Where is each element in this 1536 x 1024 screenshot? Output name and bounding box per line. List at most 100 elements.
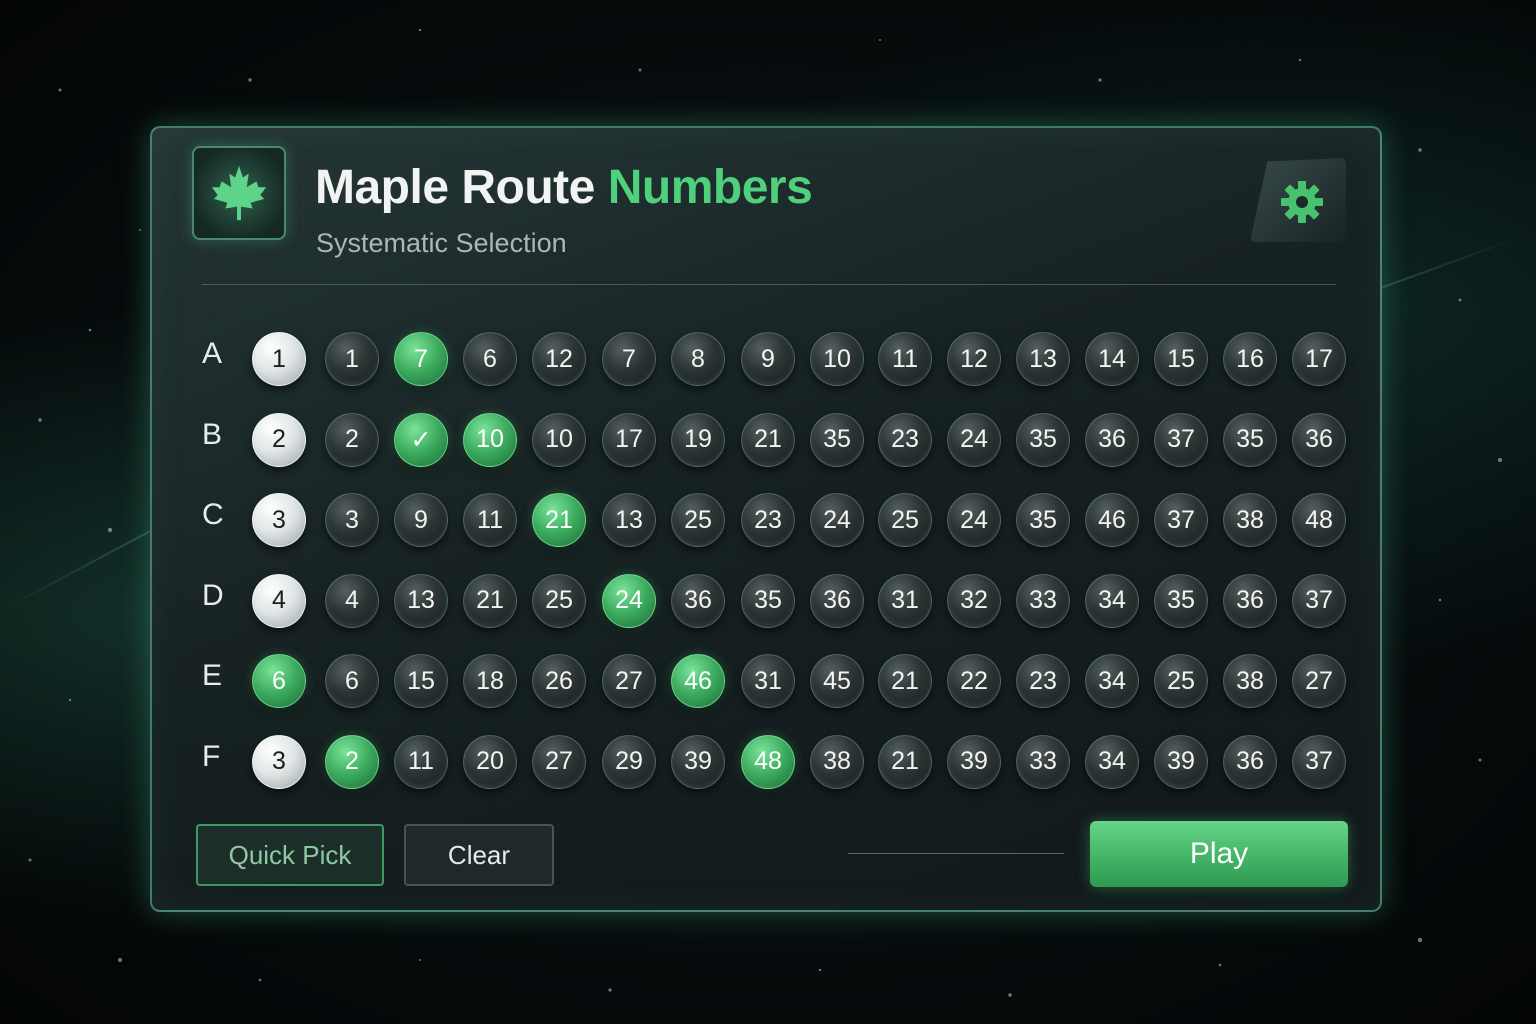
number-ball[interactable]: 39 (1154, 734, 1208, 789)
settings-button[interactable] (1250, 158, 1346, 242)
number-ball[interactable]: 45 (810, 654, 864, 709)
number-ball[interactable]: 35 (1016, 493, 1070, 548)
number-ball[interactable]: 3 (325, 493, 379, 548)
number-ball[interactable]: 33 (1016, 573, 1070, 628)
number-ball[interactable]: 17 (602, 412, 656, 467)
number-ball[interactable]: 21 (878, 654, 932, 709)
row-key-ball[interactable]: 4 (252, 573, 306, 628)
number-ball[interactable]: 31 (741, 654, 795, 709)
number-ball[interactable]: 15 (394, 654, 448, 709)
number-ball[interactable]: 4 (325, 573, 379, 628)
number-ball[interactable]: 2 (325, 412, 379, 467)
number-ball[interactable]: 11 (394, 734, 448, 789)
number-ball[interactable]: 9 (741, 332, 795, 386)
number-ball[interactable]: 10 (810, 332, 864, 386)
number-ball[interactable]: 35 (1223, 412, 1277, 467)
number-ball[interactable]: 27 (602, 654, 656, 709)
number-ball[interactable]: 35 (1016, 412, 1070, 467)
number-ball[interactable]: 24 (810, 493, 864, 548)
row-key-ball[interactable]: 6 (252, 654, 306, 709)
number-ball[interactable]: 21 (878, 734, 932, 789)
number-ball[interactable]: 1 (325, 332, 379, 386)
number-ball[interactable]: 18 (463, 654, 517, 709)
number-ball[interactable]: 26 (532, 654, 586, 709)
number-ball[interactable]: 23 (878, 412, 932, 467)
number-ball[interactable]: 31 (878, 573, 932, 628)
number-ball[interactable]: 38 (810, 734, 864, 789)
number-ball[interactable]: 48 (741, 734, 795, 789)
number-ball[interactable]: 6 (463, 332, 517, 386)
number-ball[interactable]: 48 (1292, 493, 1346, 548)
number-ball[interactable]: 23 (741, 493, 795, 548)
number-ball[interactable]: 25 (671, 493, 725, 548)
number-ball[interactable]: 46 (1085, 493, 1139, 548)
number-ball[interactable]: 34 (1085, 573, 1139, 628)
number-ball[interactable]: 8 (671, 332, 725, 386)
number-ball[interactable]: 32 (947, 573, 1001, 628)
number-ball[interactable]: 27 (1292, 654, 1346, 709)
number-ball[interactable]: 35 (1154, 573, 1208, 628)
number-ball[interactable]: 24 (602, 573, 656, 628)
number-ball[interactable]: 14 (1085, 332, 1139, 386)
number-ball[interactable]: 12 (532, 332, 586, 386)
number-ball[interactable]: 15 (1154, 332, 1208, 386)
number-ball[interactable]: 9 (394, 493, 448, 548)
number-ball[interactable]: 36 (1292, 412, 1346, 467)
number-ball[interactable]: 17 (1292, 332, 1346, 386)
number-ball[interactable]: 21 (741, 412, 795, 467)
number-ball[interactable]: 13 (394, 573, 448, 628)
number-ball[interactable]: 16 (1223, 332, 1277, 386)
number-ball[interactable]: 24 (947, 412, 1001, 467)
number-ball[interactable]: 20 (463, 734, 517, 789)
clear-button[interactable]: Clear (404, 824, 554, 886)
number-ball[interactable]: 22 (947, 654, 1001, 709)
number-ball[interactable]: 23 (1016, 654, 1070, 709)
number-ball[interactable]: 36 (1223, 734, 1277, 789)
number-ball[interactable]: 12 (947, 332, 1001, 386)
number-ball[interactable]: 36 (1223, 573, 1277, 628)
number-ball[interactable]: 35 (810, 412, 864, 467)
number-ball[interactable]: 10 (532, 412, 586, 467)
number-ball[interactable]: 34 (1085, 654, 1139, 709)
play-button[interactable]: Play (1090, 821, 1348, 887)
number-ball[interactable]: 21 (463, 573, 517, 628)
number-ball[interactable]: 25 (1154, 654, 1208, 709)
number-ball[interactable]: 39 (947, 734, 1001, 789)
number-ball[interactable]: 27 (532, 734, 586, 789)
number-ball[interactable]: 36 (671, 573, 725, 628)
number-ball[interactable]: 34 (1085, 734, 1139, 789)
number-ball[interactable]: 6 (325, 654, 379, 709)
quick-pick-button[interactable]: Quick Pick (196, 824, 384, 886)
number-ball[interactable]: 36 (1085, 412, 1139, 467)
row-key-ball[interactable]: 1 (252, 332, 306, 386)
number-ball[interactable]: 2 (325, 734, 379, 789)
number-ball[interactable]: ✓ (394, 412, 448, 467)
number-ball[interactable]: 37 (1154, 493, 1208, 548)
row-key-ball[interactable]: 3 (252, 734, 306, 789)
number-ball[interactable]: 13 (602, 493, 656, 548)
number-ball[interactable]: 7 (394, 332, 448, 386)
number-ball[interactable]: 37 (1154, 412, 1208, 467)
number-ball[interactable]: 10 (463, 412, 517, 467)
number-ball[interactable]: 25 (878, 493, 932, 548)
row-key-ball[interactable]: 2 (252, 412, 306, 467)
number-ball[interactable]: 38 (1223, 493, 1277, 548)
number-ball[interactable]: 24 (947, 493, 1001, 548)
number-ball[interactable]: 7 (602, 332, 656, 386)
number-ball[interactable]: 39 (671, 734, 725, 789)
number-ball[interactable]: 13 (1016, 332, 1070, 386)
number-ball[interactable]: 46 (671, 654, 725, 709)
number-ball[interactable]: 35 (741, 573, 795, 628)
number-ball[interactable]: 11 (878, 332, 932, 386)
number-ball[interactable]: 38 (1223, 654, 1277, 709)
row-key-ball[interactable]: 3 (252, 493, 306, 548)
number-ball[interactable]: 25 (532, 573, 586, 628)
number-ball[interactable]: 19 (671, 412, 725, 467)
number-ball[interactable]: 33 (1016, 734, 1070, 789)
number-ball[interactable]: 21 (532, 493, 586, 548)
number-ball[interactable]: 36 (810, 573, 864, 628)
number-ball[interactable]: 37 (1292, 573, 1346, 628)
number-ball[interactable]: 11 (463, 493, 517, 548)
number-ball[interactable]: 29 (602, 734, 656, 789)
number-ball[interactable]: 37 (1292, 734, 1346, 789)
